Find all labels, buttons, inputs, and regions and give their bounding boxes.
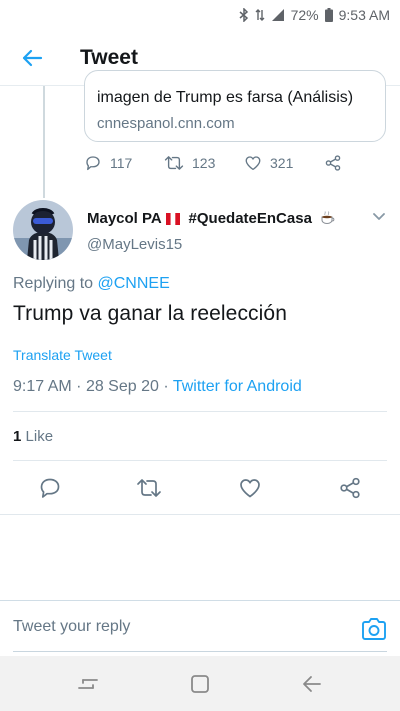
heart-icon: [240, 479, 260, 498]
system-nav-bar: [0, 656, 400, 711]
parent-tweet-actions: 117 123 321: [84, 154, 342, 172]
tweet-menu-button[interactable]: [368, 206, 390, 228]
signal-icon: [271, 8, 285, 22]
link-card-title: imagen de Trump es farsa (Análisis): [97, 89, 354, 106]
retweet-icon: [164, 156, 184, 170]
retweet-count: 123: [192, 155, 216, 171]
divider: [13, 460, 387, 461]
tweet-actions: [0, 470, 400, 506]
camera-icon: [362, 618, 386, 640]
retweet-action[interactable]: 123: [164, 154, 244, 172]
reply-action[interactable]: 117: [84, 154, 164, 172]
link-card-domain: cnnespanol.cnn.com: [97, 115, 235, 132]
user-handle[interactable]: @MayLevis15: [87, 236, 182, 253]
hashtag-text: #QuedateEnCasa: [188, 210, 312, 227]
home-icon: [191, 675, 209, 693]
camera-button[interactable]: [360, 615, 388, 643]
chevron-down-icon: [373, 213, 385, 220]
bluetooth-icon: [239, 8, 249, 22]
retweet-icon: [137, 479, 161, 497]
coffee-emoji: [320, 211, 336, 229]
retweet-button[interactable]: [135, 474, 163, 502]
reply-icon: [40, 478, 60, 498]
likes-summary[interactable]: 1 Like: [13, 428, 53, 445]
arrow-left-icon: [22, 49, 43, 66]
tweet-date: 28 Sep 20: [85, 378, 159, 395]
heart-icon: [245, 156, 261, 171]
home-button[interactable]: [186, 670, 214, 698]
replying-to-label: Replying to: [13, 275, 94, 292]
reply-input-underline: [13, 651, 387, 652]
share-button[interactable]: [336, 474, 364, 502]
reply-icon: [86, 156, 100, 171]
like-count: 321: [270, 155, 294, 171]
share-icon: [325, 155, 341, 171]
back-button[interactable]: [8, 34, 56, 82]
recent-apps-button[interactable]: [74, 670, 102, 698]
peru-flag-emoji: [166, 212, 181, 229]
share-icon: [340, 477, 360, 499]
system-back-button[interactable]: [298, 670, 326, 698]
display-name[interactable]: Maycol PA #QuedateEnCasa: [87, 210, 336, 229]
recent-apps-icon: [78, 679, 98, 689]
battery-icon: [324, 8, 333, 22]
likes-label: Like: [25, 428, 54, 445]
mention-link[interactable]: @CNNEE: [98, 275, 170, 292]
tweet-header: Maycol PA #QuedateEnCasa @MayLevis15: [0, 196, 400, 266]
back-icon: [303, 676, 321, 692]
tweet-meta: 9:17 AM · 28 Sep 20 · Twitter for Androi…: [13, 378, 302, 396]
replying-to: Replying to @CNNEE: [13, 275, 170, 293]
clock: 9:53 AM: [338, 7, 390, 23]
divider: [13, 411, 387, 412]
tweet-text: Trump va ganar la reelección: [13, 302, 287, 325]
reply-composer: [0, 600, 400, 656]
divider: [0, 514, 400, 515]
display-name-text: Maycol PA: [87, 210, 162, 227]
like-button[interactable]: [236, 474, 264, 502]
like-action[interactable]: 321: [244, 154, 324, 172]
page-title: Tweet: [80, 45, 138, 69]
status-bar: 72% 9:53 AM: [0, 0, 400, 30]
link-preview-card[interactable]: imagen de Trump es farsa (Análisis) cnne…: [84, 70, 386, 142]
tweet-source-link[interactable]: Twitter for Android: [173, 378, 302, 395]
reply-button[interactable]: [36, 474, 64, 502]
meta-separator: ·: [163, 378, 169, 395]
tweet-time: 9:17 AM: [13, 378, 72, 395]
data-icon: [255, 8, 265, 22]
reply-count: 117: [110, 155, 133, 171]
reply-input[interactable]: [13, 618, 333, 636]
thread-connector-line: [43, 86, 45, 198]
likes-count: 1: [13, 428, 22, 445]
avatar[interactable]: [13, 200, 73, 260]
meta-separator: ·: [76, 378, 82, 395]
translate-tweet-link[interactable]: Translate Tweet: [13, 347, 112, 363]
share-action[interactable]: [324, 154, 342, 172]
battery-percent: 72%: [290, 7, 319, 23]
